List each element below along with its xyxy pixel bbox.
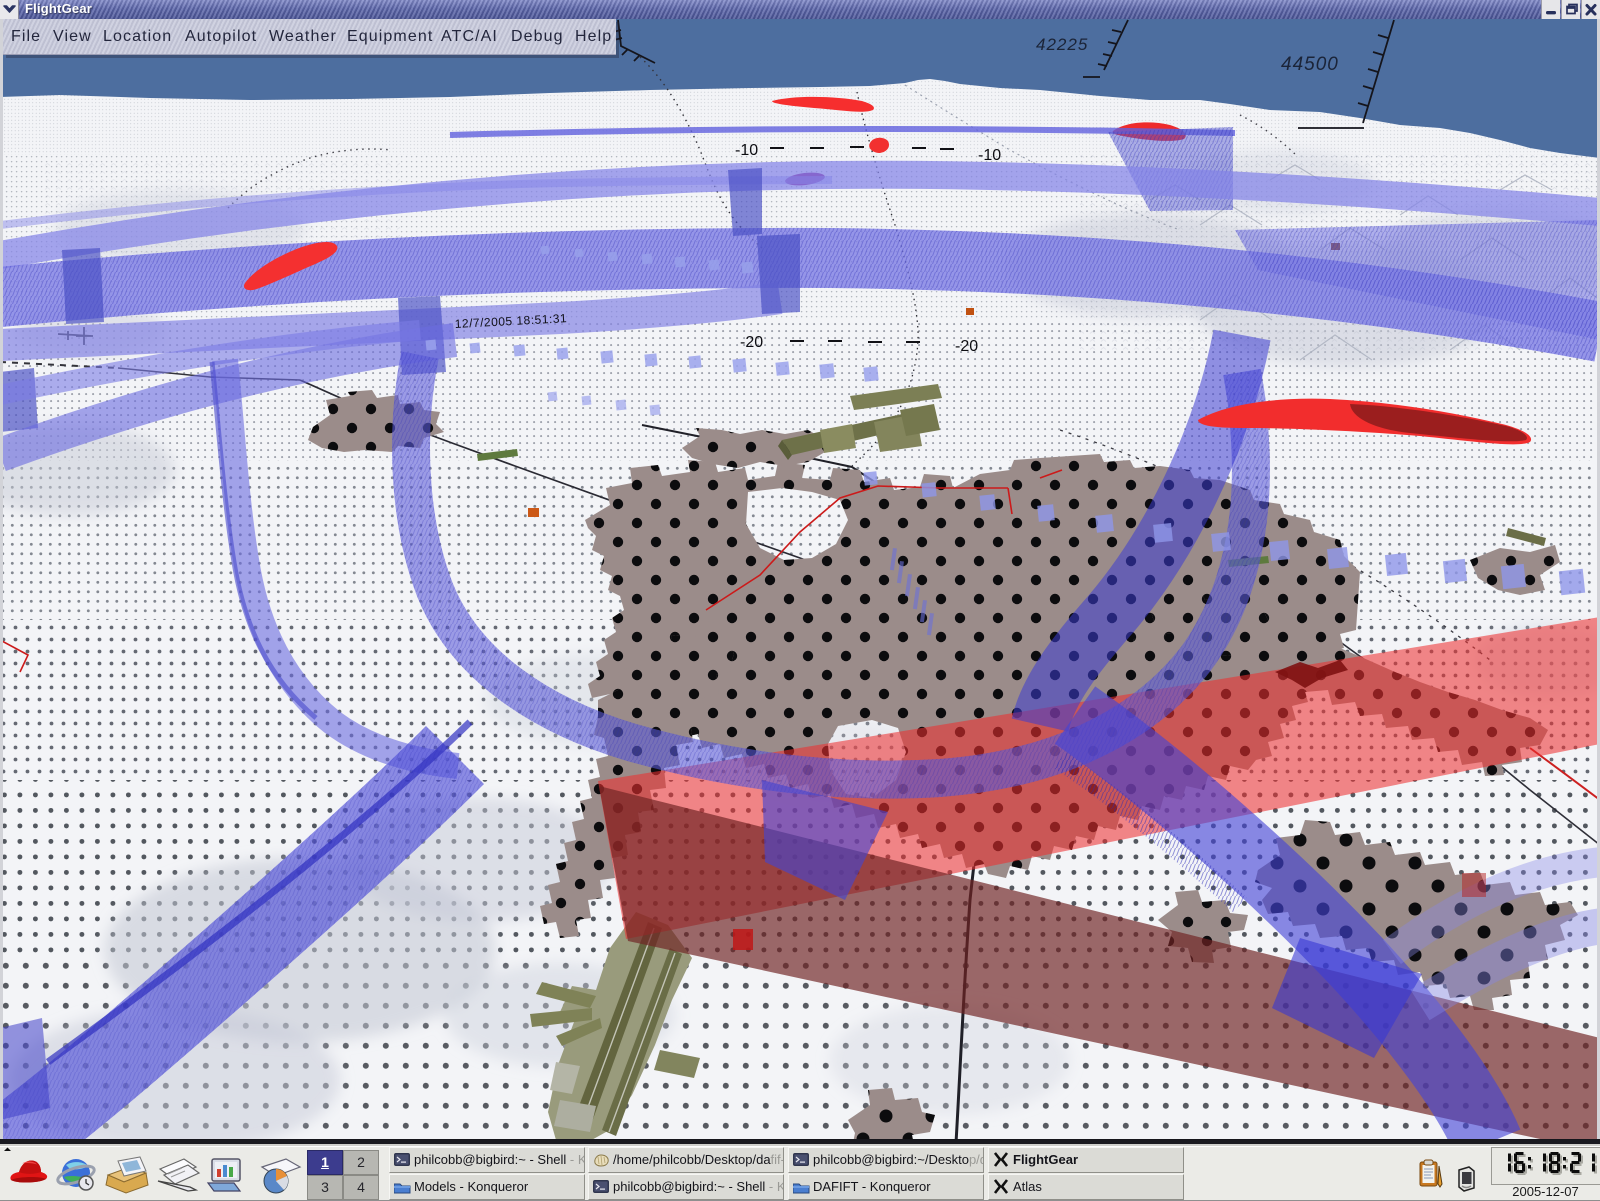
svg-text:-10: -10 xyxy=(735,142,758,159)
svg-text:42225: 42225 xyxy=(1036,35,1088,54)
svg-text:-20: -20 xyxy=(955,338,978,355)
svg-text:-20: -20 xyxy=(740,334,763,351)
svg-text:44500: 44500 xyxy=(1281,54,1339,75)
svg-text:-10: -10 xyxy=(978,147,1001,164)
